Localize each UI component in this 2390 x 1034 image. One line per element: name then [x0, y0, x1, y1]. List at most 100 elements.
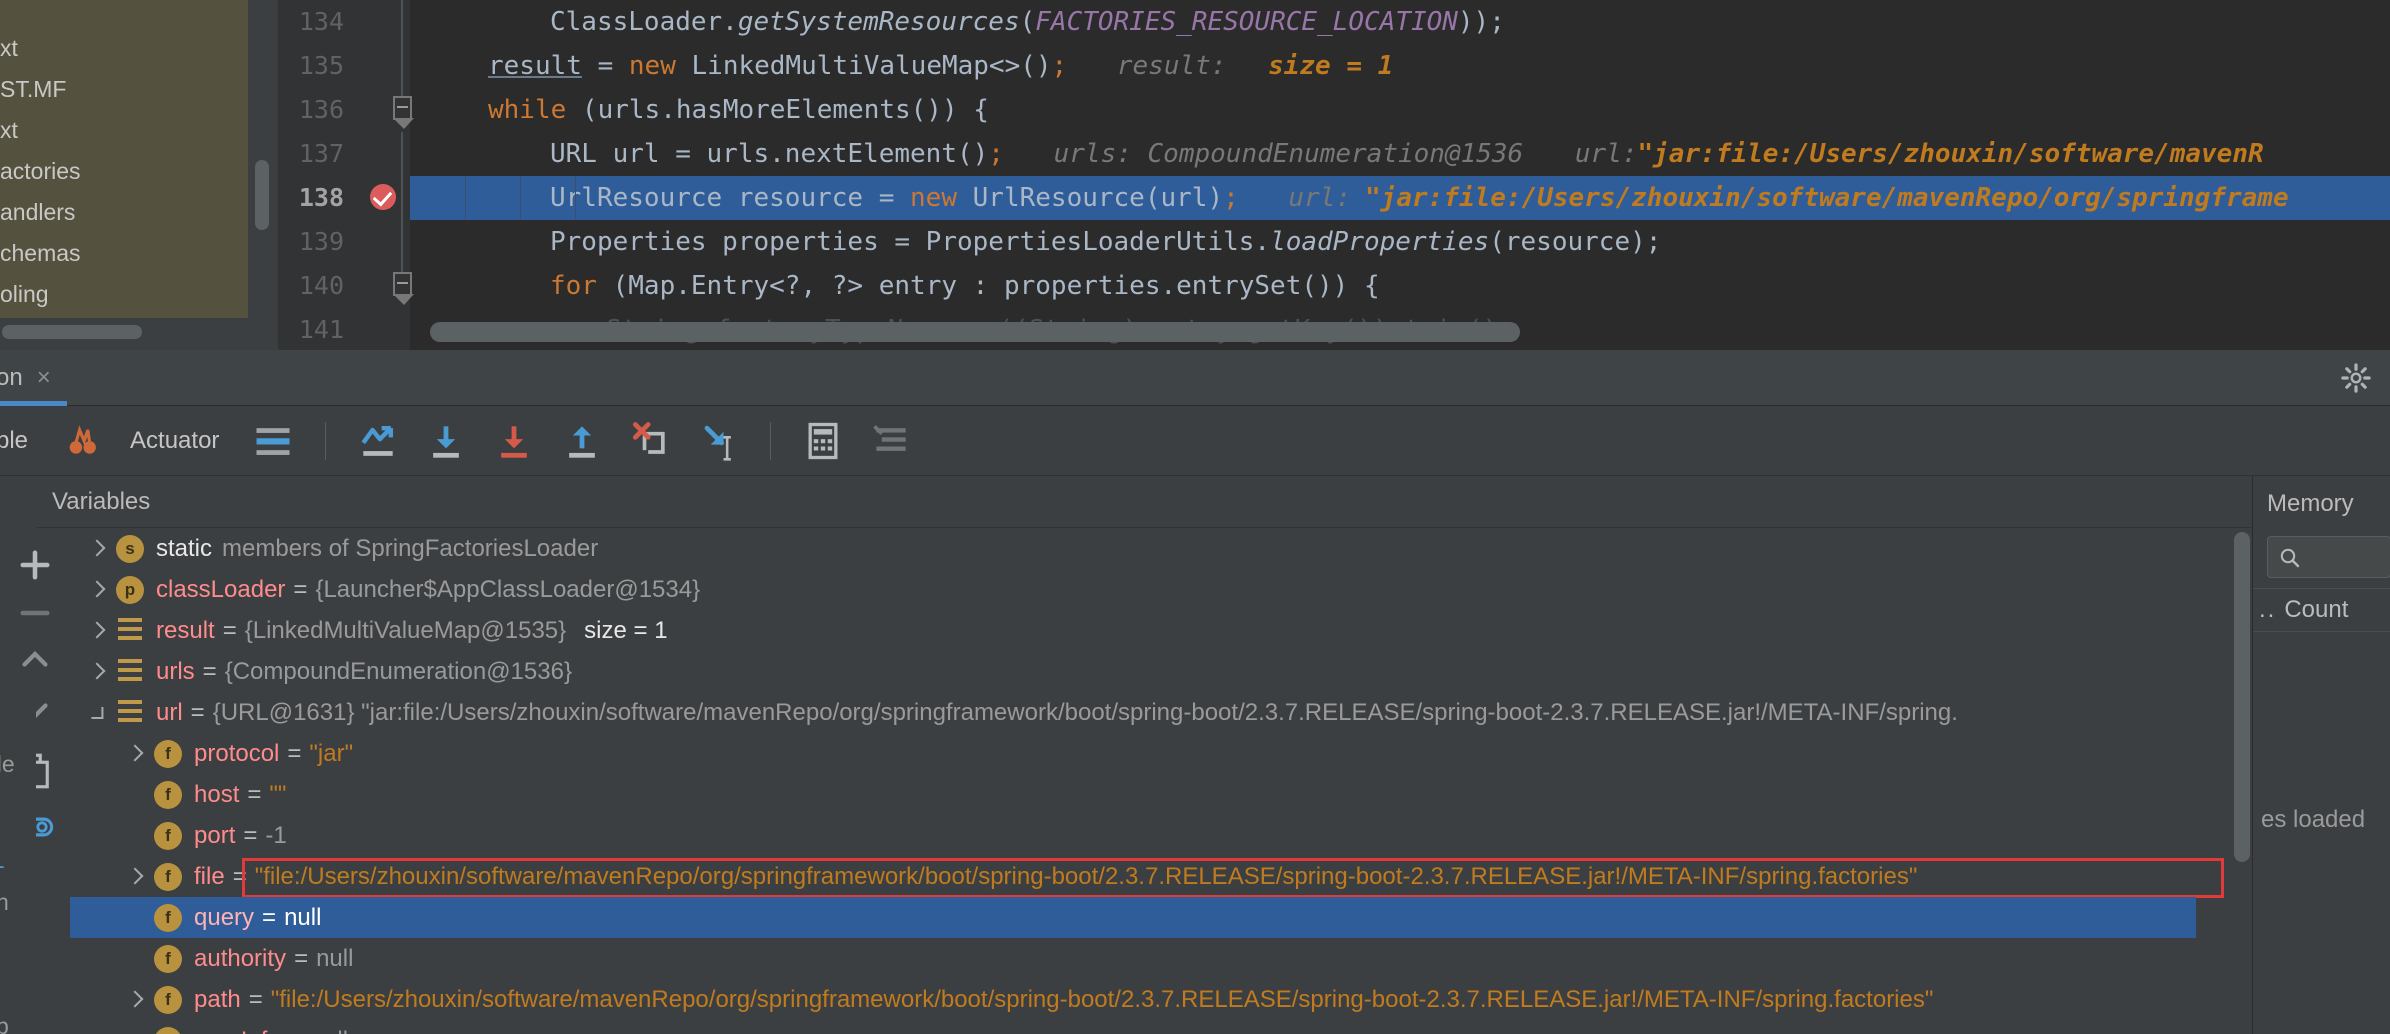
- code-line-138-current[interactable]: UrlResource resource = new UrlResource(u…: [410, 176, 2390, 220]
- variable-value: {URL@1631} "jar:file:/Users/zhouxin/soft…: [213, 699, 1958, 727]
- overlay-horizontal-scrollbar[interactable]: [2, 325, 142, 339]
- inline-hint-label: url:: [1288, 183, 1351, 213]
- variables-row-file[interactable]: f file = "file:/Users/zhouxin/software/m…: [70, 856, 2250, 897]
- code-editor[interactable]: ClassLoader.getSystemResources(FACTORIES…: [0, 0, 2390, 350]
- overlay-item[interactable]: ST.MF: [0, 69, 248, 110]
- run-to-cursor-icon[interactable]: [696, 419, 740, 463]
- code-line-136[interactable]: while (urls.hasMoreElements()) {: [410, 88, 2390, 132]
- step-over-icon[interactable]: [424, 419, 468, 463]
- frames-tab-label: ble: [0, 427, 28, 455]
- chevron-right-icon[interactable]: [86, 580, 106, 600]
- variables-row-authority[interactable]: f authority = null: [70, 938, 2250, 979]
- close-icon[interactable]: ×: [37, 366, 51, 390]
- variables-row-url[interactable]: url = {URL@1631} "jar:file:/Users/zhouxi…: [70, 692, 2250, 733]
- debug-tab-active[interactable]: tion ×: [0, 350, 67, 406]
- chevron-placeholder: [124, 826, 144, 846]
- breakpoint-icon[interactable]: [370, 184, 396, 210]
- memory-title: Memory: [2253, 476, 2390, 518]
- search-icon: [2278, 546, 2302, 570]
- code-token: result: [488, 51, 582, 81]
- chevron-right-icon[interactable]: [124, 867, 144, 887]
- memory-column-header[interactable]: .. Count: [2253, 588, 2390, 632]
- code-token: =: [582, 51, 629, 81]
- fold-collapse-icon[interactable]: [393, 96, 412, 120]
- show-execution-point-icon[interactable]: [356, 419, 400, 463]
- chevron-right-icon[interactable]: [86, 539, 106, 559]
- variable-value: {CompoundEnumeration@1536}: [225, 658, 572, 686]
- actuator-button[interactable]: Actuator: [52, 406, 219, 476]
- up-icon[interactable]: [14, 640, 56, 682]
- code-line-134[interactable]: ClassLoader.getSystemResources(FACTORIES…: [410, 0, 2390, 44]
- chevron-right-icon[interactable]: [86, 662, 106, 682]
- frames-tab[interactable]: ble: [0, 406, 28, 476]
- line-number-136: 136: [299, 95, 344, 124]
- force-step-into-icon[interactable]: [628, 419, 672, 463]
- code-token: new: [910, 183, 957, 213]
- editor-vertical-scrollbar[interactable]: [248, 0, 278, 350]
- overlay-item[interactable]: xt: [0, 28, 248, 69]
- editor-horizontal-scrollbar[interactable]: [430, 322, 1520, 342]
- remove-icon[interactable]: [14, 592, 56, 634]
- scrollbar-thumb[interactable]: [255, 160, 269, 230]
- fold-collapse-icon[interactable]: [393, 272, 412, 296]
- chevron-right-icon[interactable]: [124, 744, 144, 764]
- variable-value: {LinkedMultiValueMap@1535}: [245, 617, 566, 645]
- variables-tree[interactable]: s static members of SpringFactoriesLoade…: [70, 528, 2250, 1034]
- memory-status-text: es loaded: [2261, 806, 2365, 834]
- strip-label[interactable]: ble: [0, 744, 15, 784]
- evaluate-expression-icon[interactable]: [801, 419, 845, 463]
- chevron-down-icon[interactable]: [82, 698, 110, 726]
- line-number-141: 141: [299, 315, 344, 344]
- debug-tabbar: tion ×: [0, 350, 2390, 406]
- memory-panel[interactable]: Memory .. Count es loaded: [2252, 476, 2390, 1034]
- add-icon[interactable]: [14, 544, 56, 586]
- code-line-135[interactable]: result = new LinkedMultiValueMap<>(); re…: [410, 44, 2390, 88]
- overlay-item[interactable]: oling: [0, 274, 248, 315]
- debug-toolbar[interactable]: ble Actuator: [0, 406, 2390, 476]
- equals-sign: =: [289, 1027, 303, 1034]
- settings-list-icon[interactable]: [869, 419, 913, 463]
- variables-row-protocol[interactable]: f protocol = "jar": [70, 733, 2250, 774]
- overlay-item[interactable]: actories: [0, 151, 248, 192]
- overlay-item[interactable]: xt: [0, 110, 248, 151]
- debug-left-strip[interactable]: ble 1 n p ol p ea: [0, 700, 36, 1034]
- code-token: Properties properties = PropertiesLoader…: [550, 227, 1270, 257]
- variable-name: urls: [156, 658, 195, 686]
- overlay-scrollbar-area[interactable]: [0, 318, 248, 350]
- overlay-item[interactable]: chemas: [0, 233, 248, 274]
- variables-title: Variables: [36, 488, 150, 516]
- variables-row-result[interactable]: result = {LinkedMultiValueMap@1535} size…: [70, 610, 2250, 651]
- chevron-right-icon[interactable]: [86, 621, 106, 641]
- variables-row-static[interactable]: s static members of SpringFactoriesLoade…: [70, 528, 2250, 569]
- variables-row-urls[interactable]: urls = {CompoundEnumeration@1536}: [70, 651, 2250, 692]
- variables-row-userInfo[interactable]: f userInfo = null: [70, 1020, 2250, 1034]
- strip-label[interactable]: n: [0, 882, 9, 922]
- code-line-139[interactable]: Properties properties = PropertiesLoader…: [410, 220, 2390, 264]
- variables-row-path[interactable]: f path = "file:/Users/zhouxin/software/m…: [70, 979, 2250, 1020]
- memory-search-input[interactable]: [2267, 536, 2390, 578]
- variables-row-port[interactable]: f port = -1: [70, 815, 2250, 856]
- variables-row-host[interactable]: f host = "": [70, 774, 2250, 815]
- code-line-140[interactable]: for (Map.Entry<?, ?> entry : properties.…: [410, 264, 2390, 308]
- overlay-item[interactable]: andlers: [0, 192, 248, 233]
- chevron-right-icon[interactable]: [124, 990, 144, 1010]
- threads-icon[interactable]: [251, 419, 295, 463]
- strip-label[interactable]: 1: [0, 840, 5, 880]
- chevron-placeholder: [124, 1031, 144, 1034]
- file-list-overlay[interactable]: xt ST.MF xt actories andlers chemas olin…: [0, 0, 248, 318]
- variables-row-query[interactable]: f query = null: [70, 897, 2196, 938]
- line-number-139: 139: [299, 227, 344, 256]
- gear-icon[interactable]: [2340, 362, 2372, 394]
- step-into-icon[interactable]: [492, 419, 536, 463]
- variables-row-classLoader[interactable]: p classLoader = {Launcher$AppClassLoader…: [70, 569, 2250, 610]
- static-marker-icon: s: [116, 535, 144, 563]
- editor-gutter[interactable]: 134 135 136 137 138 139 140 141: [278, 0, 410, 350]
- variables-vertical-scrollbar[interactable]: [2234, 532, 2250, 862]
- variable-name: host: [194, 781, 239, 809]
- strip-label[interactable]: p: [0, 1006, 9, 1034]
- step-out-icon[interactable]: [560, 419, 604, 463]
- equals-sign: =: [287, 740, 301, 768]
- code-line-137[interactable]: URL url = urls.nextElement(); urls: Comp…: [410, 132, 2390, 176]
- variable-name: userInfo: [194, 1027, 281, 1034]
- code-lines[interactable]: ClassLoader.getSystemResources(FACTORIES…: [410, 0, 2390, 350]
